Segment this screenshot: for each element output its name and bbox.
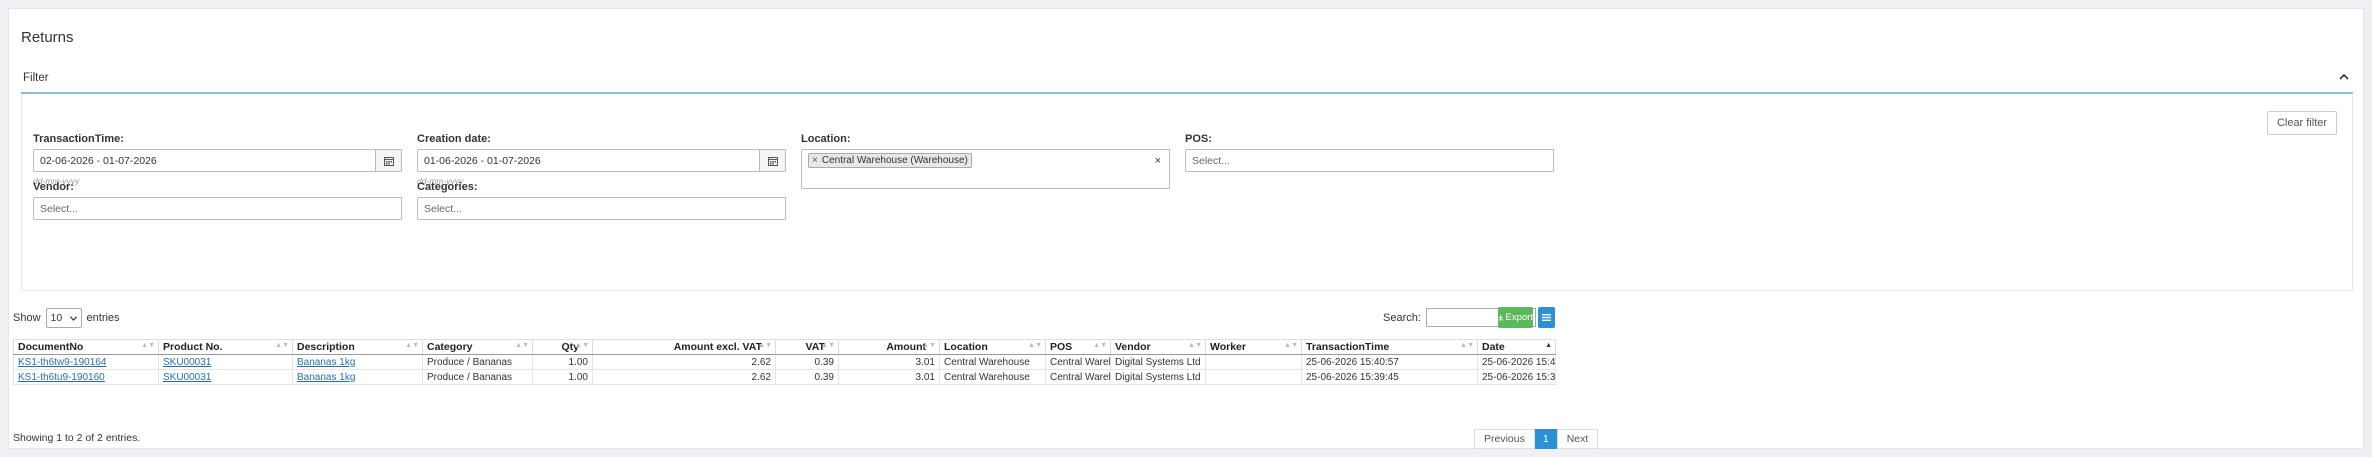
product-link[interactable]: SKU00031	[163, 357, 211, 368]
export-label: Export	[1505, 312, 1533, 323]
creation-date-value: 01-06-2026 - 01-07-2026	[424, 154, 541, 167]
categories-field: Categories: Select...	[417, 181, 786, 220]
calendar-icon[interactable]	[375, 150, 401, 171]
column-visibility-button[interactable]	[1538, 307, 1555, 328]
cell-transactiontime: 25-06-2026 15:40:57	[1301, 354, 1478, 370]
search-label: Search:	[1383, 311, 1421, 324]
col-product-no[interactable]: Product No. ▲▼	[158, 339, 293, 355]
chevron-up-icon[interactable]	[2337, 68, 2351, 84]
creation-date-input[interactable]: 01-06-2026 - 01-07-2026	[417, 149, 786, 172]
transaction-time-label: TransactionTime:	[33, 133, 124, 145]
location-field: Location: × Central Warehouse (Warehouse…	[801, 133, 1170, 189]
filter-body: Clear filter TransactionTime: 02-06-2026…	[21, 95, 2353, 291]
cell-vat: 0.39	[775, 369, 839, 385]
col-documentno[interactable]: DocumentNo ▲▼	[13, 339, 159, 355]
description-link[interactable]: Bananas 1kg	[297, 372, 355, 383]
col-qty[interactable]: Qty ▲▼	[532, 339, 593, 355]
page-title: Returns	[21, 29, 74, 46]
categories-select[interactable]: Select...	[417, 197, 786, 220]
pagination: Previous 1 Next	[1474, 429, 1599, 449]
col-worker[interactable]: Worker ▲▼	[1205, 339, 1302, 355]
pos-label: POS:	[1185, 133, 1212, 145]
cell-category: Produce / Bananas	[422, 354, 533, 370]
remove-chip-icon[interactable]: ×	[812, 155, 818, 166]
returns-table: DocumentNo ▲▼ Product No. ▲▼ Description ▲▼…	[13, 339, 1556, 385]
location-chip[interactable]: × Central Warehouse (Warehouse)	[808, 153, 972, 168]
cell-worker	[1205, 354, 1302, 370]
cell-qty: 1.00	[532, 354, 593, 370]
cell-amount: 3.01	[838, 354, 940, 370]
download-icon	[1498, 314, 1504, 321]
cell-amount-excl-vat: 2.62	[592, 354, 776, 370]
description-link[interactable]: Bananas 1kg	[297, 357, 355, 368]
chevron-down-icon	[69, 315, 77, 321]
transaction-time-field: TransactionTime: 02-06-2026 - 01-07-2026…	[33, 133, 402, 186]
entries-label: entries	[86, 312, 120, 324]
cell-vendor: Digital Systems Ltd	[1110, 369, 1206, 385]
clear-filter-button[interactable]: Clear filter	[2267, 111, 2337, 135]
col-category[interactable]: Category ▲▼	[422, 339, 533, 355]
col-date[interactable]: Date ▲	[1477, 339, 1556, 355]
table-row: KS1-th6tw9-190164 SKU00031 Bananas 1kg P…	[13, 354, 1556, 370]
next-page-button[interactable]: Next	[1556, 429, 1599, 449]
entries-select[interactable]: 10	[45, 308, 82, 328]
location-chip-label: Central Warehouse (Warehouse)	[821, 155, 968, 166]
document-link[interactable]: KS1-th6tu9-190160	[18, 372, 105, 383]
entries-length-control: Show 10 entries	[13, 308, 120, 328]
categories-label: Categories:	[417, 181, 478, 193]
cell-date: 25-06-2026 15:40:59	[1477, 354, 1556, 370]
col-vat[interactable]: VAT ▲▼	[775, 339, 839, 355]
cell-pos: Central Warehouse	[1045, 369, 1111, 385]
vendor-label: Vendor:	[33, 181, 74, 193]
cell-date: 25-06-2026 15:39:48	[1477, 369, 1556, 385]
cell-location: Central Warehouse	[939, 369, 1046, 385]
col-amount[interactable]: Amount ▲▼	[838, 339, 940, 355]
entries-value: 10	[50, 312, 63, 324]
transaction-time-value: 02-06-2026 - 01-07-2026	[40, 154, 157, 167]
table-row: KS1-th6tu9-190160 SKU00031 Bananas 1kg P…	[13, 369, 1556, 385]
vendor-field: Vendor: Select...	[33, 181, 402, 220]
cell-qty: 1.00	[532, 369, 593, 385]
page-1-button[interactable]: 1	[1534, 429, 1557, 449]
filter-header[interactable]: Filter	[21, 64, 2353, 94]
location-select[interactable]: × Central Warehouse (Warehouse) ×	[801, 149, 1170, 189]
cell-pos: Central Warehouse	[1045, 354, 1111, 370]
col-vendor[interactable]: Vendor ▲▼	[1110, 339, 1206, 355]
cell-vat: 0.39	[775, 354, 839, 370]
product-link[interactable]: SKU00031	[163, 372, 211, 383]
cell-amount: 3.01	[838, 369, 940, 385]
col-amount-excl-vat[interactable]: Amount excl. VAT ▲▼	[592, 339, 776, 355]
col-transactiontime[interactable]: TransactionTime ▲▼	[1301, 339, 1478, 355]
pos-placeholder: Select...	[1192, 154, 1230, 167]
table-info: Showing 1 to 2 of 2 entries.	[13, 432, 141, 444]
creation-date-field: Creation date: 01-06-2026 - 01-07-2026 d…	[417, 133, 786, 186]
calendar-icon[interactable]	[759, 150, 785, 171]
col-description[interactable]: Description ▲▼	[292, 339, 423, 355]
creation-date-label: Creation date:	[417, 133, 491, 145]
location-label: Location:	[801, 133, 851, 145]
vendor-placeholder: Select...	[40, 202, 78, 215]
cell-amount-excl-vat: 2.62	[592, 369, 776, 385]
cell-vendor: Digital Systems Ltd	[1110, 354, 1206, 370]
pos-field: POS: Select...	[1185, 133, 1554, 172]
show-label: Show	[13, 312, 41, 324]
col-location[interactable]: Location ▲▼	[939, 339, 1046, 355]
transaction-time-input[interactable]: 02-06-2026 - 01-07-2026	[33, 149, 402, 172]
table-header-row: DocumentNo ▲▼ Product No. ▲▼ Description ▲▼…	[13, 339, 1556, 355]
col-pos[interactable]: POS ▲▼	[1045, 339, 1111, 355]
vendor-select[interactable]: Select...	[33, 197, 402, 220]
export-button[interactable]: Export	[1498, 307, 1533, 328]
cell-category: Produce / Bananas	[422, 369, 533, 385]
clear-selection-icon[interactable]: ×	[1155, 155, 1161, 167]
document-link[interactable]: KS1-th6tw9-190164	[18, 357, 106, 368]
cell-transactiontime: 25-06-2026 15:39:45	[1301, 369, 1478, 385]
cell-location: Central Warehouse	[939, 354, 1046, 370]
categories-placeholder: Select...	[424, 202, 462, 215]
filter-heading: Filter	[23, 72, 49, 84]
cell-worker	[1205, 369, 1302, 385]
list-icon	[1542, 314, 1551, 321]
previous-page-button[interactable]: Previous	[1474, 429, 1535, 449]
pos-select[interactable]: Select...	[1185, 149, 1554, 172]
